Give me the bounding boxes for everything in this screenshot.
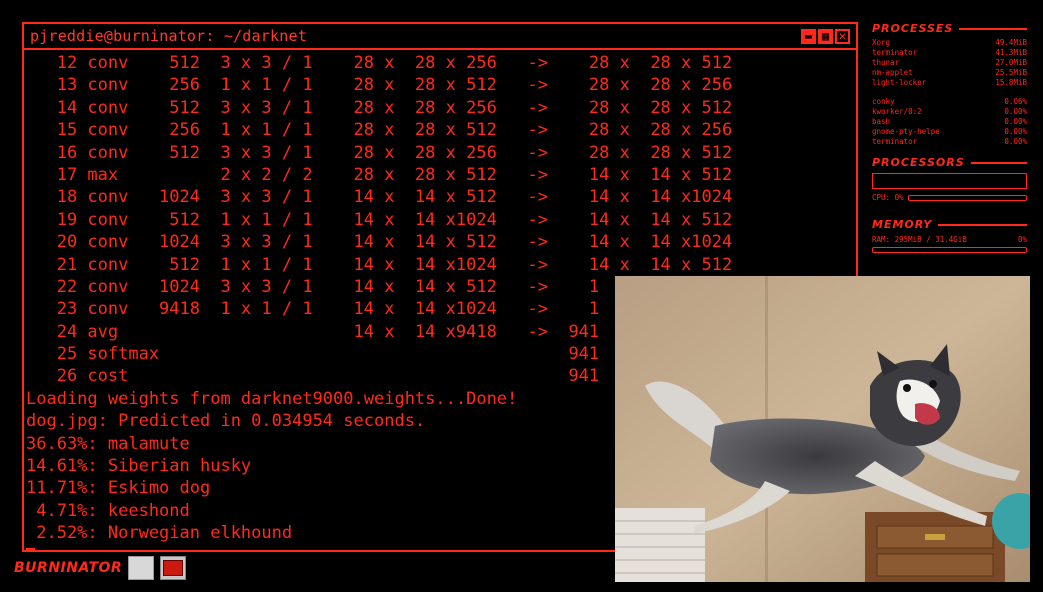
process-name: conky (872, 97, 895, 106)
cpu-label: CPU: 0% (872, 193, 904, 202)
terminal-line: 17 max 2 x 2 / 2 28 x 28 x 512 -> 14 x 1… (26, 164, 733, 185)
maximize-button[interactable]: ▦ (818, 28, 833, 44)
process-list-memory: Xorg 49.4MiB terminator 41.3MiB thunar 27.0Mi… (872, 38, 1027, 88)
process-name: Xorg (872, 38, 891, 47)
close-button[interactable]: ✕ (835, 28, 850, 44)
process-row: conky 0.06% (872, 97, 1027, 107)
ram-percent: 0% (1017, 235, 1027, 244)
process-row: gnome-pty-helpe 0.00% (872, 127, 1027, 137)
terminal-launcher-icon[interactable] (160, 556, 187, 580)
process-value: 25.5MiB (995, 68, 1027, 77)
process-row: terminator 0.00% (872, 137, 1027, 147)
dog-photo (615, 276, 1030, 582)
cpu-bar (907, 194, 1027, 201)
cursor (26, 547, 35, 550)
process-row: terminator 41.3MiB (872, 48, 1027, 58)
process-value: 0.00% (1004, 137, 1027, 146)
process-value: 0.06% (1004, 97, 1027, 106)
terminal-titlebar[interactable]: pjreddie@burninator: ~/darknet ▬ ▦ ✕ (24, 24, 856, 50)
minimize-button[interactable]: ▬ (801, 28, 816, 44)
file-manager-icon[interactable] (128, 556, 155, 580)
dog-photo-image (615, 276, 1030, 582)
process-name: terminator (872, 137, 918, 146)
process-value: 41.3MiB (995, 48, 1027, 57)
process-name: light-locker (872, 78, 927, 87)
process-name: nm-applet (872, 68, 913, 77)
terminal-line: 14 conv 512 3 x 3 / 1 28 x 28 x 256 -> 2… (26, 97, 733, 118)
process-name: bash (872, 117, 891, 126)
process-row: thunar 27.0MiB (872, 58, 1027, 68)
window-controls: ▬ ▦ ✕ (801, 28, 850, 44)
process-value: 15.8MiB (995, 78, 1027, 87)
process-row: kworker/0:2 0.00% (872, 107, 1027, 117)
terminal-line: 13 conv 256 1 x 1 / 1 28 x 28 x 512 -> 2… (26, 75, 733, 96)
ram-label: RAM: 295MiB / 31.4GiB (872, 235, 967, 244)
process-row: Xorg 49.4MiB (872, 38, 1027, 48)
taskbar: BURNINATOR (14, 556, 187, 580)
terminal-line: 12 conv 512 3 x 3 / 1 28 x 28 x 256 -> 2… (26, 53, 733, 73)
terminal-line: 19 conv 512 1 x 1 / 1 14 x 14 x1024 -> 1… (26, 209, 733, 230)
process-value: 0.00% (1004, 117, 1027, 126)
ram-bar (872, 247, 1027, 253)
processes-header: PROCESSES (872, 22, 1027, 35)
host-brand-label: BURNINATOR (14, 560, 123, 576)
process-name: gnome-pty-helpe (872, 127, 940, 136)
memory-header: MEMORY (872, 218, 1027, 231)
terminal-title: pjreddie@burninator: ~/darknet (30, 27, 307, 45)
process-name: thunar (872, 58, 900, 67)
terminal-line: 18 conv 1024 3 x 3 / 1 14 x 14 x 512 -> … (26, 187, 733, 208)
process-name: terminator (872, 48, 918, 57)
terminal-line: 15 conv 256 1 x 1 / 1 28 x 28 x 512 -> 2… (26, 120, 733, 141)
process-value: 0.00% (1004, 127, 1027, 136)
process-name: kworker/0:2 (872, 107, 922, 116)
cpu-graph (872, 173, 1027, 189)
process-value: 27.0MiB (995, 58, 1027, 67)
process-value: 0.00% (1004, 107, 1027, 116)
process-list-cpu: conky 0.06% kworker/0:2 0.00% bash 0.00% gnome… (872, 97, 1027, 147)
terminal-line: 21 conv 512 1 x 1 / 1 14 x 14 x1024 -> 1… (26, 254, 733, 275)
cpu-meter: CPU: 0% (872, 193, 1027, 202)
process-value: 49.4MiB (995, 38, 1027, 47)
processors-header: PROCESSORS (872, 156, 1027, 169)
terminal-line: 20 conv 1024 3 x 3 / 1 14 x 14 x 512 -> … (26, 232, 733, 253)
terminal-line: 16 conv 512 3 x 3 / 1 28 x 28 x 256 -> 2… (26, 142, 733, 163)
process-row: bash 0.00% (872, 117, 1027, 127)
process-row: light-locker 15.8MiB (872, 78, 1027, 88)
ram-row: RAM: 295MiB / 31.4GiB 0% (872, 235, 1027, 244)
conky-sidebar: PROCESSES Xorg 49.4MiB terminator 41.3MiB th… (872, 22, 1027, 253)
process-row: nm-applet 25.5MiB (872, 68, 1027, 78)
